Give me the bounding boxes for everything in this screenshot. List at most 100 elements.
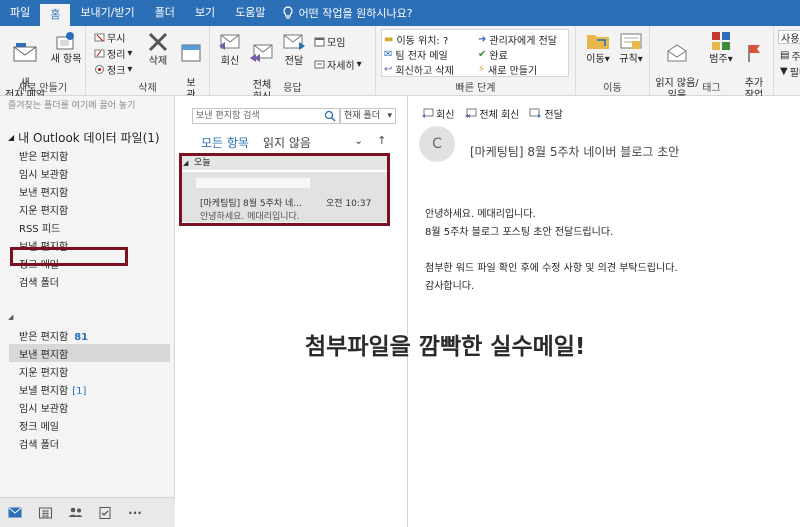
ribbon-group-quicksteps: 빠른 단계: [376, 26, 576, 96]
address-book-icon: ▤: [780, 50, 790, 61]
folder-item[interactable]: RSS 피드: [19, 220, 60, 235]
calendar-icon[interactable]: [30, 498, 60, 527]
folder-name: 임시 보관함: [19, 404, 69, 415]
search-people-input[interactable]: 사용자 검색: [778, 30, 800, 44]
chevron-down-icon: ▾: [127, 48, 133, 59]
cleanup-button[interactable]: 정리 ▾: [94, 46, 132, 61]
folder-icon: [587, 35, 609, 49]
search-people-label: 사용자 검색: [781, 33, 800, 44]
meeting-button[interactable]: 모임: [314, 34, 345, 49]
folder-item-search[interactable]: 검색 폴더: [19, 436, 59, 451]
search-scope-value: 현재 폴더: [344, 111, 380, 121]
filter-label: 필터: [789, 68, 800, 79]
address-book-button[interactable]: ▤주소 록: [780, 48, 800, 63]
tasks-icon[interactable]: [90, 498, 120, 527]
avatar: C: [419, 126, 455, 162]
categorize-button[interactable]: 범주▾: [706, 30, 736, 66]
forward-label: 전달: [284, 56, 304, 67]
sort-arrow-up-icon[interactable]: ↑: [377, 134, 386, 147]
collapse-triangle-icon: ◢: [8, 133, 15, 142]
archive-icon: [181, 44, 201, 62]
folder-item-inbox[interactable]: 받은 편지함 81: [19, 328, 88, 343]
reply-button[interactable]: 회신: [216, 30, 244, 68]
tab-home[interactable]: 홈: [40, 4, 71, 26]
chevron-down-icon[interactable]: ⌄: [354, 134, 363, 147]
ribbon-group-tags: 읽지 않음/ 읽음 범주▾ 추가 작업 태그: [650, 26, 774, 101]
new-items-label: 새 항목: [50, 54, 82, 65]
chevron-down-icon: ▾: [387, 111, 392, 121]
search-scope-select[interactable]: 현재 폴더 ▾: [340, 108, 396, 124]
cleanup-icon: [94, 49, 105, 58]
message-body: 안녕하세요. 메대리입니다. 8월 5주차 블로그 포스팅 초안 전달드립니다.…: [425, 206, 678, 296]
ribbon-group-tags-label: 태그: [702, 83, 721, 94]
folder-item-deleted[interactable]: 지운 편지함: [19, 364, 68, 379]
sort-control[interactable]: ⌄ ↑: [354, 134, 386, 147]
forward-button[interactable]: 전달: [529, 106, 563, 121]
reply-all-label: 전체 회신: [479, 110, 520, 121]
rules-button[interactable]: 규칙▾: [616, 30, 646, 66]
move-button[interactable]: 이동▾: [584, 30, 612, 66]
body-line: 8월 5주차 블로그 포스팅 초안 전달드립니다.: [425, 227, 614, 238]
tab-file[interactable]: 파일: [0, 0, 40, 26]
categorize-icon: [712, 32, 730, 50]
ignore-button[interactable]: 무시: [94, 30, 125, 45]
search-input[interactable]: 보낸 편지함 검색: [192, 108, 340, 124]
ribbon-group-delete: 무시 정리▾ 정크▾ 삭제 보 관 삭제: [86, 26, 210, 101]
overlay-caption: 첨부파일을 깜빡한 실수메일!: [305, 334, 586, 360]
message-subject-header: [마케팅팀] 8월 5주차 네이버 블로그 초안: [470, 145, 680, 159]
lightbulb-icon: [283, 6, 293, 19]
filter-icon: ▼: [780, 66, 788, 77]
chevron-down-icon: ▾: [727, 54, 733, 65]
collapse-triangle-icon[interactable]: ◢: [8, 313, 13, 321]
filter-all-tab[interactable]: 모든 항목: [201, 134, 249, 151]
more-respond-icon: [314, 60, 325, 69]
more-respond-button[interactable]: 자세히 ▾: [314, 57, 362, 72]
tab-help[interactable]: 도움말: [225, 0, 275, 26]
cleanup-label: 정리: [107, 50, 126, 61]
tell-me-box[interactable]: 어떤 작업을 원하시나요?: [282, 5, 413, 21]
search-placeholder: 보낸 편지함 검색: [196, 111, 260, 121]
ribbon-group-quicksteps-label: 빠른 단계: [455, 83, 496, 94]
tab-send-receive[interactable]: 보내기/받기: [70, 0, 144, 26]
folder-item-junk[interactable]: 정크 메일: [19, 418, 59, 433]
chevron-down-icon: ▾: [356, 59, 362, 70]
folder-item[interactable]: 보낸 편지함: [19, 184, 68, 199]
new-items-button[interactable]: 새 항목: [48, 30, 84, 66]
filter-mail-button[interactable]: ▼필터: [780, 64, 800, 79]
ribbon-tab-bar: 파일 홈 보내기/받기 폴더 보기 도움말 어떤 작업을 원하시나요?: [0, 0, 800, 26]
ribbon-group-respond-label: 응답: [283, 83, 302, 94]
reply-all-button[interactable]: 전체 회신: [464, 106, 519, 121]
forward-icon: [529, 108, 542, 118]
junk-button[interactable]: 정크 ▾: [94, 62, 132, 77]
folder-item[interactable]: 검색 폴더: [19, 274, 59, 289]
reply-label: 회신: [220, 56, 240, 67]
folder-item[interactable]: 임시 보관함: [19, 166, 68, 181]
ribbon-group-move-label: 이동: [603, 83, 622, 94]
search-icon[interactable]: [324, 110, 336, 122]
highlight-box-message: [179, 153, 390, 226]
rules-icon: [620, 33, 642, 49]
folder-item-outbox[interactable]: 보낼 편지함 [1]: [19, 382, 86, 397]
more-icon[interactable]: ···: [120, 498, 150, 527]
ignore-icon: [94, 33, 105, 42]
chevron-down-icon: ▾: [127, 64, 133, 75]
module-nav-bar: ···: [0, 497, 175, 527]
tab-view[interactable]: 보기: [185, 0, 225, 26]
ribbon-group-respond: 회신 전체 회신 전달 모임 자세히▾ 응답: [210, 26, 376, 103]
folder-item-drafts[interactable]: 임시 보관함: [19, 400, 68, 415]
mail-icon[interactable]: [0, 498, 30, 527]
reading-actions: 회신 전체 회신 전달: [421, 106, 563, 121]
folder-item[interactable]: 지운 편지함: [19, 202, 68, 217]
reply-label: 회신: [436, 110, 455, 121]
reply-all-icon: [465, 108, 477, 118]
account-header[interactable]: ◢ 내 Outlook 데이터 파일(1): [8, 129, 160, 146]
folder-item-sent[interactable]: 보낸 편지함: [19, 346, 68, 361]
people-icon[interactable]: [60, 498, 90, 527]
filter-unread-tab[interactable]: 읽지 않음: [263, 134, 311, 151]
delete-button[interactable]: 삭제: [144, 30, 172, 68]
tab-folder[interactable]: 폴더: [145, 0, 185, 26]
forward-button[interactable]: 전달: [280, 30, 308, 68]
body-line: [425, 242, 678, 260]
folder-item[interactable]: 받은 편지함: [19, 148, 68, 163]
reply-button[interactable]: 회신: [421, 106, 454, 121]
